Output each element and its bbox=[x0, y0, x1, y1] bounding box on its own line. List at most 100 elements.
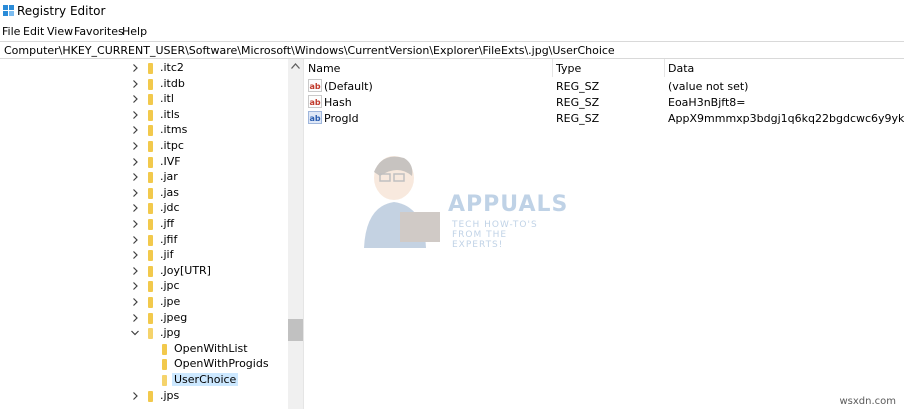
watermark-title: APPUALS bbox=[448, 192, 569, 217]
chevron-right-icon[interactable] bbox=[130, 63, 140, 73]
chevron-right-icon[interactable] bbox=[130, 79, 140, 89]
tree-item[interactable]: .jpg bbox=[0, 325, 288, 341]
tree-item[interactable]: UserChoice bbox=[0, 372, 288, 388]
address-bar[interactable]: Computer\HKEY_CURRENT_USER\Software\Micr… bbox=[0, 41, 904, 59]
tree-item[interactable]: .itc2 bbox=[0, 60, 288, 76]
chevron-right-icon[interactable] bbox=[130, 313, 140, 323]
folder-icon bbox=[148, 328, 153, 340]
tree-item-label: OpenWithList bbox=[174, 341, 248, 355]
folder-icon bbox=[148, 203, 153, 215]
chevron-right-icon[interactable] bbox=[130, 266, 140, 276]
tree-item[interactable]: .Joy[UTR] bbox=[0, 263, 288, 279]
tree-item[interactable]: .jfif bbox=[0, 232, 288, 248]
tree-item[interactable]: .IVF bbox=[0, 154, 288, 170]
tree-item[interactable]: .jpc bbox=[0, 278, 288, 294]
folder-icon bbox=[148, 156, 153, 168]
folder-icon bbox=[148, 63, 153, 74]
tree-item-label: .itc2 bbox=[160, 61, 184, 74]
scroll-up-arrow-icon[interactable] bbox=[291, 63, 300, 69]
tree-item[interactable]: .jas bbox=[0, 185, 288, 201]
chevron-right-icon[interactable] bbox=[130, 297, 140, 307]
chevron-right-icon[interactable] bbox=[130, 188, 140, 198]
tree-scrollbar[interactable] bbox=[288, 59, 303, 409]
value-row[interactable]: ab Hash REG_SZ EoaH3nBjft8= bbox=[304, 94, 904, 110]
chevron-right-icon[interactable] bbox=[130, 110, 140, 120]
tree-item[interactable]: OpenWithProgids bbox=[0, 356, 288, 372]
tree-item-label: .itms bbox=[160, 123, 188, 137]
value-name: (Default) bbox=[324, 80, 373, 93]
address-path[interactable]: Computer\HKEY_CURRENT_USER\Software\Micr… bbox=[4, 44, 615, 57]
folder-icon bbox=[148, 390, 153, 402]
tree-item-label: .jar bbox=[160, 170, 178, 184]
tree-item-label: .jpg bbox=[160, 326, 181, 340]
folder-icon bbox=[162, 359, 167, 371]
menu-edit[interactable]: Edit bbox=[23, 25, 44, 38]
folder-icon bbox=[148, 78, 153, 90]
column-header-name[interactable]: Name bbox=[308, 62, 340, 75]
column-separator[interactable] bbox=[664, 59, 665, 77]
tree-item-label: .jps bbox=[160, 388, 180, 402]
tree-item[interactable]: .jff bbox=[0, 216, 288, 232]
tree-item[interactable]: OpenWithList bbox=[0, 341, 288, 357]
tree-item[interactable]: .jps bbox=[0, 388, 288, 404]
tree-item[interactable]: .itls bbox=[0, 107, 288, 123]
chevron-right-icon[interactable] bbox=[130, 141, 140, 151]
chevron-right-icon[interactable] bbox=[130, 203, 140, 213]
column-header-data[interactable]: Data bbox=[668, 62, 694, 75]
menu-help[interactable]: Help bbox=[122, 25, 147, 38]
tree-item[interactable]: .itpc bbox=[0, 138, 288, 154]
chevron-right-icon[interactable] bbox=[130, 172, 140, 182]
scroll-thumb[interactable] bbox=[288, 319, 303, 341]
column-separator[interactable] bbox=[552, 59, 553, 77]
tree-item-label: .itls bbox=[160, 107, 180, 121]
folder-icon bbox=[148, 125, 153, 137]
value-row[interactable]: ab (Default) REG_SZ (value not set) bbox=[304, 78, 904, 94]
folder-icon bbox=[148, 109, 153, 121]
column-header-type[interactable]: Type bbox=[556, 62, 581, 75]
tree-item[interactable]: .itdb bbox=[0, 76, 288, 92]
chevron-right-icon[interactable] bbox=[130, 281, 140, 291]
tree-item[interactable]: .jpe bbox=[0, 294, 288, 310]
folder-icon bbox=[148, 187, 153, 199]
menu-file[interactable]: File bbox=[2, 25, 20, 38]
value-row[interactable]: ab ProgId REG_SZ AppX9mmmxp3bdgj1q6kq22bgdc… bbox=[304, 110, 904, 126]
chevron-right-icon[interactable] bbox=[130, 235, 140, 245]
tree-item-label: .jas bbox=[160, 185, 180, 199]
chevron-right-icon[interactable] bbox=[130, 219, 140, 229]
tree-item-label: .jpe bbox=[160, 295, 181, 308]
chevron-right-icon[interactable] bbox=[130, 157, 140, 167]
menu-view[interactable]: View bbox=[47, 25, 73, 38]
value-type: REG_SZ bbox=[556, 96, 600, 109]
folder-icon bbox=[148, 265, 153, 277]
tree-item[interactable]: .jpeg bbox=[0, 310, 288, 326]
window-title: Registry Editor bbox=[17, 4, 106, 18]
tree-item-label: .jdc bbox=[160, 201, 180, 215]
tree-item-label: .jpc bbox=[160, 279, 180, 293]
tree-item[interactable]: .itms bbox=[0, 122, 288, 138]
menu-favorites[interactable]: Favorites bbox=[74, 25, 124, 38]
tree-item[interactable]: .jif bbox=[0, 247, 288, 263]
chevron-right-icon[interactable] bbox=[130, 94, 140, 104]
folder-icon bbox=[148, 94, 153, 106]
mascot-icon bbox=[364, 156, 440, 248]
chevron-right-icon[interactable] bbox=[130, 391, 140, 401]
folder-icon bbox=[148, 250, 153, 262]
title-bar: Registry Editor bbox=[0, 0, 904, 22]
tree-item[interactable]: .jdc bbox=[0, 200, 288, 216]
tree-item[interactable]: .jar bbox=[0, 169, 288, 185]
value-type: REG_SZ bbox=[556, 80, 600, 93]
key-tree-pane[interactable]: .itc2 .itdb .itl .itls .itms .itpc .IVF .jar .ja… bbox=[0, 59, 288, 409]
folder-icon bbox=[148, 312, 153, 324]
value-data: EoaH3nBjft8= bbox=[668, 96, 746, 109]
value-name: ProgId bbox=[324, 112, 359, 125]
tree-item[interactable]: .itl bbox=[0, 91, 288, 107]
chevron-right-icon[interactable] bbox=[130, 250, 140, 260]
tree-item-label: OpenWithProgids bbox=[174, 357, 269, 371]
chevron-down-icon[interactable] bbox=[130, 328, 140, 338]
folder-icon bbox=[148, 234, 153, 246]
tree-item-label: .IVF bbox=[160, 154, 181, 168]
chevron-right-icon[interactable] bbox=[130, 125, 140, 135]
folder-icon bbox=[162, 343, 167, 355]
tree-item-label: .jif bbox=[160, 248, 174, 262]
value-name: Hash bbox=[324, 96, 352, 109]
